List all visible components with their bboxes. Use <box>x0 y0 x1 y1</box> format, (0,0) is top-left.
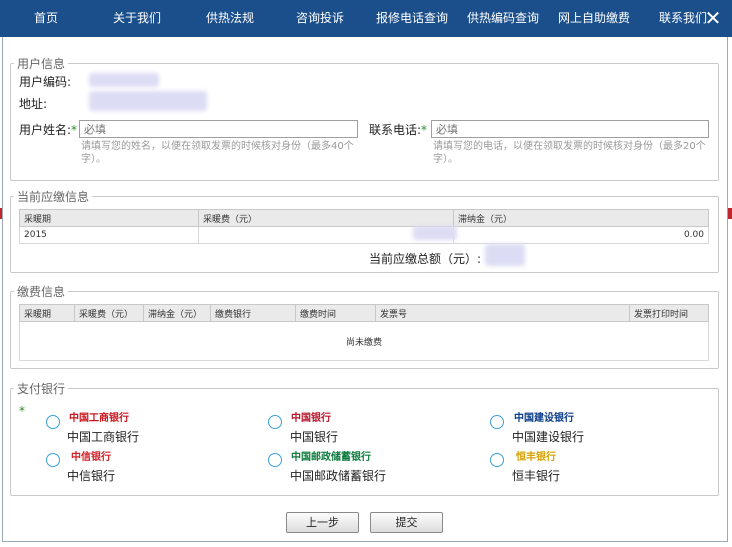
top-nav-bar: 首页 关于我们 供热法规 咨询投诉 报修电话查询 供热编码查询 网上自助缴费 联… <box>0 0 732 37</box>
nav-contact[interactable]: 联系我们 <box>659 0 707 37</box>
table-row: 尚未缴费 <box>19 321 709 361</box>
bank-name-citic: 中信银行 <box>67 469 116 483</box>
table-row: 2015 0.00 <box>19 226 709 244</box>
bank-required-mark: * <box>19 404 25 418</box>
bank-name-boc: 中国银行 <box>290 430 339 444</box>
bank-name-icbc: 中国工商银行 <box>67 430 140 444</box>
nav-complaints[interactable]: 咨询投诉 <box>296 0 344 37</box>
user-name-hint: 请填写您的姓名，以便在领取发票的时候核对身份（最多40个字）。 <box>81 141 354 165</box>
cell-late-fee: 0.00 <box>453 226 709 244</box>
bank-name-hfbank: 恒丰银行 <box>512 469 561 483</box>
col-heating-fee: 采暖费（元） <box>198 209 454 227</box>
bank-name-ccb: 中国建设银行 <box>512 430 585 444</box>
address-value-redacted <box>89 91 207 111</box>
citic-logo-icon: 中信银行 <box>71 452 111 463</box>
user-code-label: 用户编码: <box>19 75 72 89</box>
radio-boc[interactable] <box>268 415 282 429</box>
address-label: 地址: <box>19 97 48 111</box>
psbc-logo-icon: 中国邮政储蓄银行 <box>291 452 371 463</box>
payment-history-table: 采暖期 采暖费（元） 滞纳金（元） 缴费银行 缴费时间 发票号 发票打印时间 尚… <box>19 304 709 361</box>
boc-logo-icon: 中国银行 <box>291 413 331 424</box>
prev-step-button[interactable]: 上一步 <box>286 512 359 533</box>
radio-citic[interactable] <box>46 453 60 467</box>
total-due-label: 当前应缴总额（元）: <box>369 252 482 266</box>
fee-value-redacted <box>413 226 457 240</box>
nav-code-query[interactable]: 供热编码查询 <box>467 0 539 37</box>
user-name-label: 用户姓名:* <box>19 123 78 137</box>
col-invoice-no: 发票号 <box>375 304 630 322</box>
current-due-legend: 当前应缴信息 <box>17 190 90 204</box>
radio-ccb[interactable] <box>490 415 504 429</box>
submit-button[interactable]: 提交 <box>370 512 443 533</box>
col-period: 采暖期 <box>19 304 75 322</box>
col-late-fee: 滞纳金（元） <box>453 209 709 227</box>
nav-online-payment[interactable]: 网上自助缴费 <box>558 0 630 37</box>
close-icon[interactable]: ✕ <box>704 8 722 28</box>
user-info-legend: 用户信息 <box>17 57 66 71</box>
phone-hint: 请填写您的电话，以便在领取发票的时候核对身份（最多20个字）。 <box>433 141 706 165</box>
user-code-value-redacted <box>89 73 159 87</box>
total-due-value-redacted <box>485 244 525 266</box>
radio-icbc[interactable] <box>46 415 60 429</box>
col-time: 缴费时间 <box>295 304 376 322</box>
user-name-input[interactable] <box>79 120 358 138</box>
radio-psbc[interactable] <box>268 453 282 467</box>
nav-about[interactable]: 关于我们 <box>113 0 161 37</box>
nav-regulations[interactable]: 供热法规 <box>206 0 254 37</box>
radio-hfbank[interactable] <box>490 453 504 467</box>
nav-home[interactable]: 首页 <box>34 0 58 37</box>
hfbank-logo-icon: 恒丰银行 <box>516 452 556 463</box>
phone-label: 联系电话:* <box>369 123 428 137</box>
col-invoice-time: 发票打印时间 <box>629 304 709 322</box>
nav-repair-phone[interactable]: 报修电话查询 <box>376 0 448 37</box>
cell-period: 2015 <box>19 226 199 244</box>
col-bank: 缴费银行 <box>210 304 296 322</box>
bank-name-psbc: 中国邮政储蓄银行 <box>290 469 387 483</box>
col-fee: 采暖费（元） <box>74 304 144 322</box>
payment-dialog: 用户信息 用户编码: 地址: 用户姓名:* 请填写您的姓名，以便在领取发票的时候… <box>2 37 728 542</box>
ccb-logo-icon: 中国建设银行 <box>514 413 574 424</box>
bank-legend: 支付银行 <box>17 382 66 396</box>
col-late: 滞纳金（元） <box>143 304 211 322</box>
col-heating-period: 采暖期 <box>19 209 199 227</box>
phone-input[interactable] <box>431 120 709 138</box>
payment-info-legend: 缴费信息 <box>17 285 66 299</box>
icbc-logo-icon: 中国工商银行 <box>69 413 129 424</box>
empty-message: 尚未缴费 <box>19 321 709 361</box>
current-due-table: 采暖期 采暖费（元） 滞纳金（元） 2015 0.00 <box>19 209 709 244</box>
